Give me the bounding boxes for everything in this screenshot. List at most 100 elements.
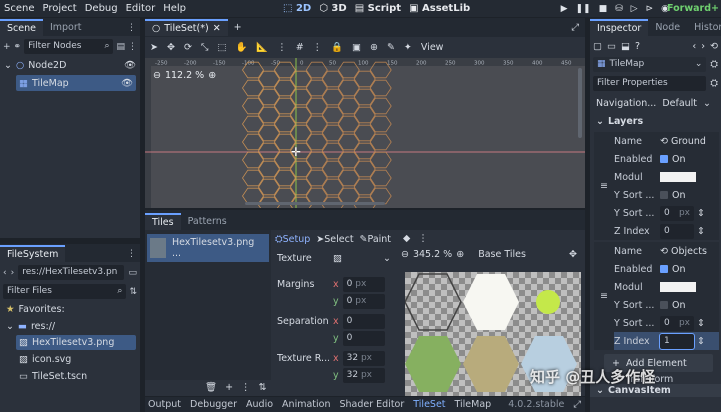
menu-dots-icon[interactable]: ⋮ [123, 249, 140, 262]
workspace-2d[interactable]: ⬚ 2D [283, 3, 311, 14]
close-icon[interactable]: ✕ [213, 21, 221, 36]
grid-icon[interactable]: # [296, 42, 304, 53]
margin-x-field[interactable]: 0 px [342, 277, 385, 292]
path-field[interactable]: res://HexTilesetv3.pn [18, 265, 125, 280]
vertical-scrollbar[interactable] [578, 68, 582, 138]
hex-cell[interactable] [369, 187, 392, 205]
stepper-icon[interactable]: ⇕ [697, 318, 705, 329]
menu-dots-icon[interactable]: ⋮ [313, 42, 323, 53]
snap-icon[interactable]: ⋮ [277, 42, 287, 53]
tab-tiles[interactable]: Tiles [145, 213, 181, 230]
tab-inspector[interactable]: Inspector [590, 19, 649, 36]
help-icon[interactable]: ? [635, 41, 640, 52]
filter-files-input[interactable]: Filter Files ⌕ [3, 284, 127, 299]
tab-history[interactable]: History [687, 19, 721, 36]
menu-debug[interactable]: Debug [81, 3, 122, 14]
new-resource-icon[interactable]: ▢ [593, 41, 602, 52]
tab-node[interactable]: Node [648, 19, 687, 36]
hex-cell[interactable] [369, 97, 392, 115]
tab-audio[interactable]: Audio [246, 399, 273, 410]
menu-dots-icon[interactable]: ⋮ [418, 233, 428, 244]
atlas-zoom-label[interactable]: 345.2 % [413, 249, 452, 260]
workspace-assetlib[interactable]: ▣ AssetLib [409, 3, 470, 14]
tab-shader-editor[interactable]: Shader Editor [339, 399, 404, 410]
add-node-icon[interactable]: + [3, 42, 11, 52]
lock-icon[interactable]: 🔒 [331, 42, 343, 53]
hex-cell[interactable] [321, 124, 344, 142]
dropdown-icon[interactable]: ⌄ [703, 98, 711, 109]
paint-mode[interactable]: ✎Paint [360, 234, 391, 245]
scale-tool-icon[interactable]: ⤡ [201, 42, 209, 53]
hex-cell[interactable] [242, 79, 264, 97]
tab-debugger[interactable]: Debugger [190, 399, 237, 410]
tab-output[interactable]: Output [148, 399, 181, 410]
selectable-icon[interactable]: ⬚ [218, 42, 227, 53]
play-custom-icon[interactable]: ⊳ [646, 4, 654, 14]
collapse-icon[interactable]: ⌄ [6, 321, 14, 332]
margin-y-field[interactable]: 0 px [342, 294, 385, 309]
object-selector[interactable]: ▦ TileMap ⌄ [593, 57, 707, 72]
move-tool-icon[interactable]: ✥ [167, 42, 175, 53]
horizontal-scrollbar[interactable] [245, 202, 385, 205]
tab-tilemap[interactable]: TileMap [455, 399, 492, 410]
layers-section[interactable]: ⌄ Layers [590, 112, 721, 130]
zoom-label[interactable]: 112.2 % [165, 70, 204, 81]
rename-icon[interactable]: ⟲ [660, 246, 668, 257]
select-mode[interactable]: ➤Select [316, 234, 353, 245]
filter-properties-input[interactable]: Filter Properties [593, 76, 707, 91]
menu-help[interactable]: Help [159, 3, 190, 14]
tools-icon[interactable]: ⛭ [710, 59, 718, 70]
delete-icon[interactable]: 🗑 [205, 382, 217, 393]
file-item[interactable]: ▭ TileSet.tscn [16, 369, 136, 384]
hex-cell[interactable] [369, 169, 392, 187]
back-icon[interactable]: ‹ [3, 268, 7, 278]
erase-icon[interactable]: ◆ [403, 233, 410, 244]
ysort-checkbox[interactable] [660, 191, 668, 199]
navigation-value[interactable]: Default [662, 98, 697, 109]
view-menu[interactable]: View [421, 42, 444, 53]
tree-item-tilemap[interactable]: ▦ TileMap 👁 [16, 75, 136, 91]
menu-dots-icon[interactable]: ⋮ [241, 382, 251, 393]
menu-scene[interactable]: Scene [0, 3, 39, 14]
play-icon[interactable]: ▶ [561, 4, 568, 14]
particles-icon[interactable]: ✦ [404, 42, 412, 53]
play-scene-icon[interactable]: ▷ [631, 4, 638, 14]
stop-icon[interactable]: ■ [599, 4, 608, 14]
zoom-in-icon[interactable]: ⊕ [456, 249, 464, 260]
texture-preview-icon[interactable]: ▨ [333, 253, 342, 264]
rotate-tool-icon[interactable]: ⟳ [184, 42, 192, 53]
script-icon[interactable]: ▤ [116, 42, 125, 52]
hex-cell[interactable] [369, 151, 392, 169]
menu-editor[interactable]: Editor [122, 3, 160, 14]
canvas-viewport[interactable]: -250 -200 -150 -100 -50 0 50 100 150 200 250 300 350… [145, 58, 585, 208]
pan-tool-icon[interactable]: ✋ [236, 42, 248, 53]
forward-icon[interactable]: › [11, 268, 15, 278]
collapse-icon[interactable]: ⌄ [4, 60, 12, 71]
settings-icon[interactable]: ⛭ [710, 78, 718, 89]
setup-mode[interactable]: ⛭Setup [275, 234, 310, 245]
ysort-origin-field[interactable]: 0 px [660, 315, 694, 331]
workspace-script[interactable]: ▤ Script [355, 3, 401, 14]
hex-cell[interactable] [321, 160, 344, 178]
file-item[interactable]: ▨ icon.svg [16, 352, 136, 367]
visibility-icon[interactable]: 👁 [121, 78, 133, 89]
dropdown-icon[interactable]: ⌄ [383, 253, 391, 264]
renderer-selector[interactable]: Forward+ [667, 3, 719, 14]
add-tab-icon[interactable]: + [228, 22, 248, 33]
add-source-icon[interactable]: + [225, 382, 233, 393]
tree-item-node2d[interactable]: ⌄ ○ Node2D 👁 [0, 57, 140, 74]
hex-cell[interactable] [369, 115, 392, 133]
ruler-tool-icon[interactable]: 📐 [256, 42, 268, 53]
hex-cell[interactable] [242, 187, 264, 205]
distraction-free-icon[interactable]: ⤢ [571, 22, 585, 33]
enabled-checkbox[interactable] [660, 155, 668, 163]
move-icon[interactable]: ✥ [569, 249, 577, 260]
hex-cell[interactable] [242, 133, 264, 151]
stepper-icon[interactable]: ⇕ [697, 208, 705, 219]
file-item[interactable]: ▨ HexTilesetv3.png [16, 335, 136, 350]
hex-cell[interactable] [321, 70, 344, 88]
tab-filesystem[interactable]: FileSystem [0, 245, 66, 262]
hex-cell[interactable] [242, 97, 264, 115]
rename-icon[interactable]: ⟲ [660, 136, 668, 147]
sep-y-field[interactable]: 0 [342, 331, 385, 346]
